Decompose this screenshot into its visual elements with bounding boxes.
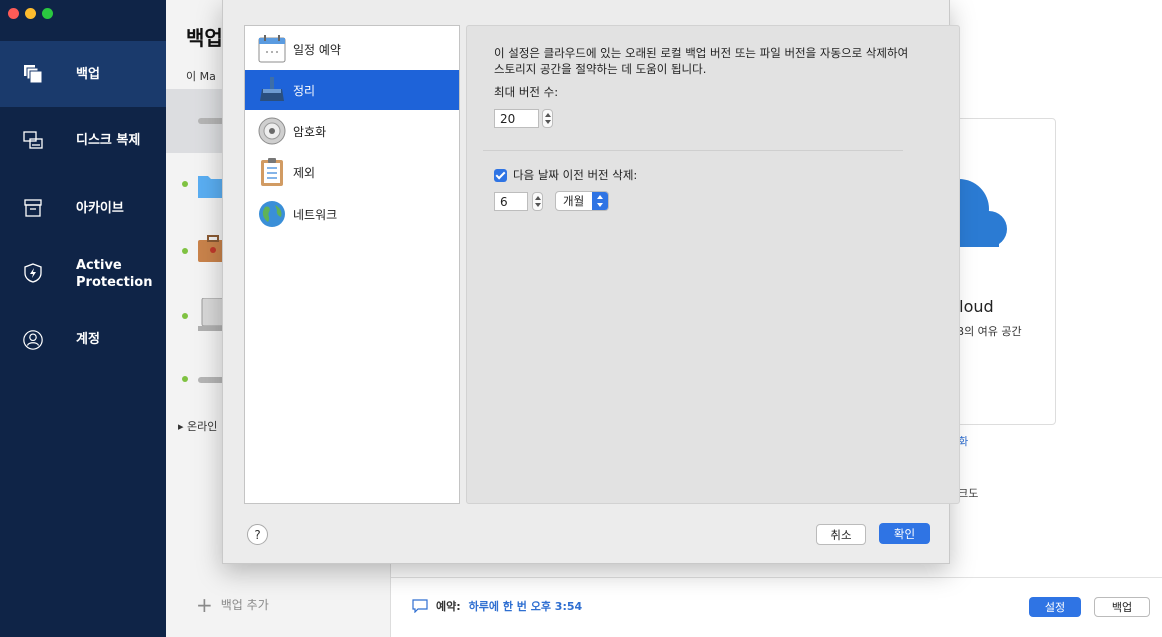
footer-divider <box>391 577 1162 578</box>
category-label: 정리 <box>293 83 316 98</box>
backup-icon <box>22 63 44 85</box>
page-title: 백업 <box>186 26 223 50</box>
broom-icon <box>260 77 284 101</box>
help-button[interactable]: ? <box>247 524 268 545</box>
section-divider <box>483 150 903 151</box>
lock-dial-icon <box>258 117 286 145</box>
clipboard-list-icon <box>261 158 283 186</box>
sidebar-item-label: 백업 <box>76 67 100 82</box>
schedule-info[interactable]: 예약: 하루에 한 번 오후 3:54 <box>412 598 582 614</box>
cleanup-settings-panel: 이 설정은 클라우드에 있는 오래된 로컬 백업 버전 또는 파일 버전을 자동… <box>466 25 960 504</box>
sidebar-item-disk-clone[interactable]: 디스크 복제 <box>0 120 166 160</box>
sidebar-item-account[interactable]: 계정 <box>0 320 166 360</box>
max-versions-stepper[interactable] <box>542 109 553 128</box>
sidebar-item-backup[interactable]: 백업 <box>0 41 166 107</box>
settings-category-list: 일정 예약 정리 암호화 제외 네트워크 <box>244 25 460 504</box>
delete-older-stepper[interactable] <box>532 192 543 211</box>
plus-icon: + <box>196 592 213 617</box>
schedule-value-link[interactable]: 하루에 한 번 오후 3:54 <box>469 598 583 614</box>
backup-button[interactable]: 백업 <box>1094 597 1150 617</box>
category-cleanup[interactable]: 정리 <box>245 70 459 110</box>
max-versions-label: 최대 버전 수: <box>494 85 559 99</box>
category-label: 제외 <box>293 165 316 180</box>
calendar-icon <box>258 35 286 63</box>
period-unit-select[interactable]: 개월 <box>555 191 609 211</box>
delete-older-input[interactable]: 6 <box>494 192 528 211</box>
cancel-button[interactable]: 취소 <box>816 524 866 545</box>
sidebar-item-label: 아카이브 <box>76 201 124 216</box>
disk-clone-icon <box>22 129 44 151</box>
account-icon <box>22 329 44 351</box>
shield-bolt-icon <box>22 262 44 284</box>
category-label: 암호화 <box>293 124 327 139</box>
ok-button[interactable]: 확인 <box>879 523 930 544</box>
period-unit-value: 개월 <box>563 194 585 208</box>
close-window-button[interactable] <box>8 8 19 19</box>
add-backup-label: 백업 추가 <box>220 598 269 612</box>
zoom-window-button[interactable] <box>42 8 53 19</box>
add-backup-button[interactable]: + 백업 추가 <box>196 592 269 617</box>
sidebar-item-label: 디스크 복제 <box>76 133 141 148</box>
category-schedule[interactable]: 일정 예약 <box>245 29 459 69</box>
sidebar-item-archive[interactable]: 아카이브 <box>0 190 166 230</box>
settings-button[interactable]: 설정 <box>1029 597 1081 617</box>
delete-older-label: 다음 날짜 이전 버전 삭제: <box>513 168 638 182</box>
status-dot <box>182 248 188 254</box>
schedule-label: 예약: <box>436 600 461 613</box>
status-dot <box>182 376 188 382</box>
sidebar: 백업 디스크 복제 아카이브 Active Protection 계정 <box>0 0 166 637</box>
delete-older-checkbox[interactable] <box>494 168 507 182</box>
sidebar-item-label: 계정 <box>76 332 100 347</box>
delete-older-option: 다음 날짜 이전 버전 삭제: <box>494 167 637 183</box>
sidebar-item-label: Active Protection <box>76 258 153 290</box>
comment-icon <box>412 599 428 613</box>
category-network[interactable]: 네트워크 <box>245 194 459 234</box>
globe-icon <box>259 201 285 227</box>
cleanup-description: 이 설정은 클라우드에 있는 오래된 로컬 백업 버전 또는 파일 버전을 자동… <box>494 46 909 76</box>
settings-dialog: 일정 예약 정리 암호화 제외 네트워크 이 설정은 클라우드에 있는 오래된 … <box>222 0 960 564</box>
category-label: 일정 예약 <box>293 42 341 57</box>
status-dot <box>182 313 188 319</box>
online-group-toggle[interactable]: ▸ 온라인 <box>178 418 217 434</box>
category-label: 네트워크 <box>293 207 338 222</box>
sidebar-item-active-protection[interactable]: Active Protection <box>0 253 166 297</box>
chevron-updown-icon <box>592 192 608 210</box>
window-controls <box>8 8 53 19</box>
max-versions-input[interactable]: 20 <box>494 109 539 128</box>
minimize-window-button[interactable] <box>25 8 36 19</box>
status-dot <box>182 181 188 187</box>
category-exclusions[interactable]: 제외 <box>245 152 459 192</box>
source-subtitle: 이 Ma <box>186 70 216 83</box>
archive-icon <box>22 197 44 219</box>
category-encryption[interactable]: 암호화 <box>245 111 459 151</box>
